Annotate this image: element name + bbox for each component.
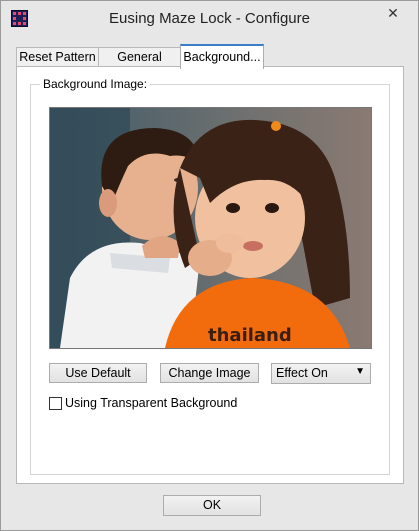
change-image-button[interactable]: Change Image [160, 363, 259, 383]
effect-select[interactable]: Effect On ▼ [271, 363, 371, 384]
svg-text:thailand: thailand [208, 325, 292, 346]
transparent-background-checkbox[interactable] [49, 397, 62, 410]
effect-select-value: Effect On [276, 366, 328, 380]
use-default-button[interactable]: Use Default [49, 363, 147, 383]
tab-background[interactable]: Background... [180, 44, 264, 69]
chevron-down-icon: ▼ [355, 366, 365, 377]
photo-two-kids: thailand [50, 108, 371, 348]
background-image-preview: thailand [49, 107, 372, 349]
close-icon[interactable]: ✕ [376, 3, 410, 23]
tab-reset-pattern[interactable]: Reset Pattern [16, 47, 99, 67]
transparent-background-label: Using Transparent Background [65, 396, 238, 410]
background-image-group-label: Background Image: [40, 77, 151, 91]
ok-button[interactable]: OK [163, 495, 261, 516]
window-title: Eusing Maze Lock - Configure [109, 10, 310, 27]
tab-general[interactable]: General [98, 47, 181, 67]
title-bar[interactable]: Eusing Maze Lock - Configure ✕ [1, 1, 418, 35]
background-tab-panel: Background Image: thailand Use Default C… [16, 66, 404, 484]
configure-window: Eusing Maze Lock - Configure ✕ Reset Pat… [0, 0, 419, 531]
